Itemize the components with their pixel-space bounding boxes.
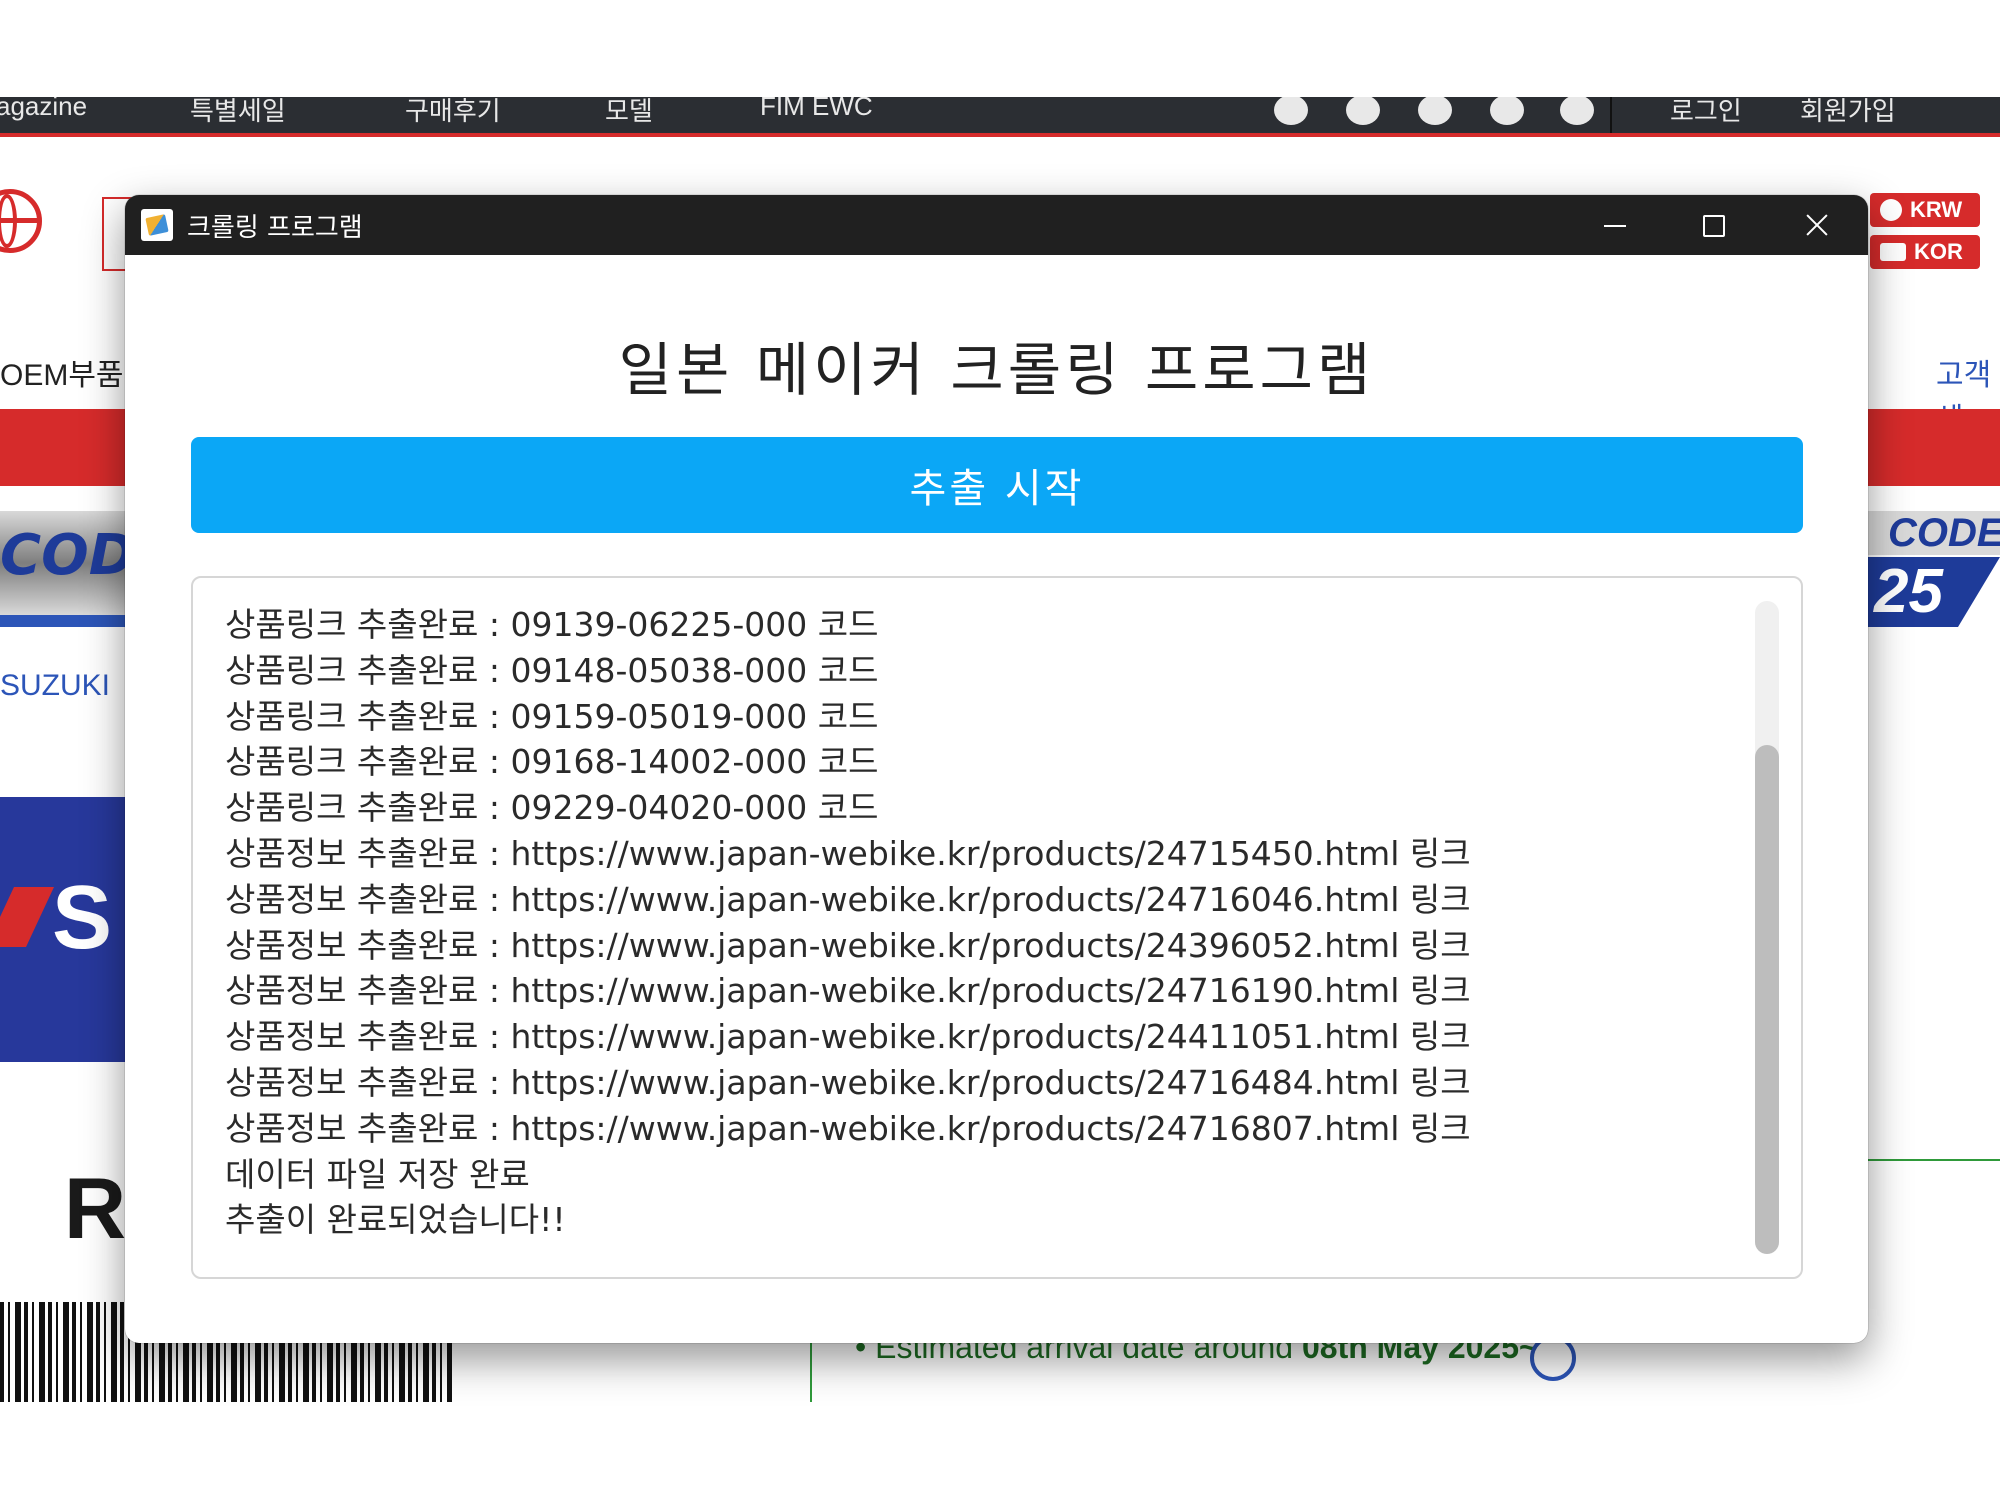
app-icon <box>141 209 173 241</box>
log-line: 데이터 파일 저장 완료 <box>225 1154 530 1194</box>
promo-banner-right[interactable]: CODE 25 <box>1860 511 2000 627</box>
green-rule <box>1860 1159 2000 1161</box>
log-line: 상품링크 추출완료 : 09139-06225-000 코드 <box>225 605 879 644</box>
close-icon[interactable] <box>1766 195 1862 255</box>
topbar-divider <box>1610 97 1612 133</box>
log-line: 상품링크 추출완료 : 09168-14002-000 코드 <box>225 742 879 782</box>
suzuki-product-image: S <box>0 797 140 1062</box>
log-line: 상품정보 추출완료 : https://www.japan-webike.kr/… <box>225 1017 1471 1057</box>
banner-right-bottom: 25 <box>1860 557 2000 627</box>
suzuki-logo-letter: S <box>52 868 113 968</box>
banner-left-stripe <box>0 615 130 627</box>
log-line: 상품링크 추출완료 : 09229-04020-000 코드 <box>225 788 879 828</box>
log-line: 상품정보 추출완료 : https://www.japan-webike.kr/… <box>225 971 1471 1011</box>
log-line: 상품정보 추출완료 : https://www.japan-webike.kr/… <box>225 1108 1471 1148</box>
log-output-box[interactable]: 상품링크 추출완료 : 09139-06225-000 코드 상품링크 추출완료… <box>191 576 1803 1279</box>
maximize-icon[interactable] <box>1666 195 1762 255</box>
truck-icon <box>1880 243 1906 261</box>
facebook-icon[interactable] <box>1274 97 1308 125</box>
log-scrollbar-thumb[interactable] <box>1755 745 1779 1254</box>
currency-icon <box>1880 199 1902 221</box>
menu-oem-parts[interactable]: OEM부품 <box>0 350 124 394</box>
country-label: KOR <box>1914 239 1963 264</box>
program-heading: 일본 메이커 크롤링 프로그램 <box>618 336 1375 404</box>
window-titlebar[interactable]: 크롤링 프로그램 <box>125 195 1868 255</box>
window-title: 크롤링 프로그램 <box>187 213 363 243</box>
suzuki-logo-icon <box>0 887 54 947</box>
log-line: 상품링크 추출완료 : 09148-05038-000 코드 <box>225 650 879 690</box>
x-icon[interactable] <box>1490 97 1524 125</box>
nav-signup[interactable]: 회원가입 <box>1800 97 1896 128</box>
log-line: 상품정보 추출완료 : https://www.japan-webike.kr/… <box>225 879 1471 919</box>
log-line: 상품링크 추출완료 : 09159-05019-000 코드 <box>225 696 879 736</box>
log-line: 추출이 완료되었습니다!! <box>225 1200 566 1240</box>
pinterest-icon[interactable] <box>1418 97 1452 125</box>
minimize-icon[interactable] <box>1566 195 1662 255</box>
nav-login[interactable]: 로그인 <box>1670 97 1742 128</box>
suzuki-link[interactable]: SUZUKI <box>0 669 110 703</box>
youtube-icon[interactable] <box>1560 97 1594 125</box>
log-line: 상품정보 추출완료 : https://www.japan-webike.kr/… <box>225 1062 1471 1102</box>
nav-models[interactable]: 모델 <box>605 97 653 128</box>
site-topbar: agazine 특별세일 구매후기 모델 FIM EWC 로그인 회원가입 <box>0 97 2000 137</box>
instagram-icon[interactable] <box>1346 97 1380 125</box>
log-line: 상품정보 추출완료 : https://www.japan-webike.kr/… <box>225 925 1471 965</box>
promo-banner-left[interactable]: CODE <box>0 511 173 615</box>
nav-special-sale[interactable]: 특별세일 <box>190 97 286 128</box>
banner-right-top: CODE <box>1860 511 2000 555</box>
crawler-window: 크롤링 프로그램 일본 메이커 크롤링 프로그램 추출 시작 상품링크 추출완료… <box>125 195 1868 1343</box>
country-button[interactable]: KOR <box>1870 235 1980 269</box>
nav-reviews[interactable]: 구매후기 <box>405 97 501 128</box>
log-lines: 상품링크 추출완료 : 09139-06225-000 코드 상품링크 추출완료… <box>225 602 1741 1243</box>
start-extraction-button[interactable]: 추출 시작 <box>191 437 1803 533</box>
globe-icon[interactable] <box>0 189 42 253</box>
product-model-text: R <box>64 1161 127 1257</box>
currency-label: KRW <box>1910 197 1963 222</box>
nav-magazine[interactable]: agazine <box>0 97 87 122</box>
log-line: 상품정보 추출완료 : https://www.japan-webike.kr/… <box>225 833 1471 873</box>
currency-button[interactable]: KRW <box>1870 193 1980 227</box>
nav-fim-ewc[interactable]: FIM EWC <box>760 97 873 122</box>
